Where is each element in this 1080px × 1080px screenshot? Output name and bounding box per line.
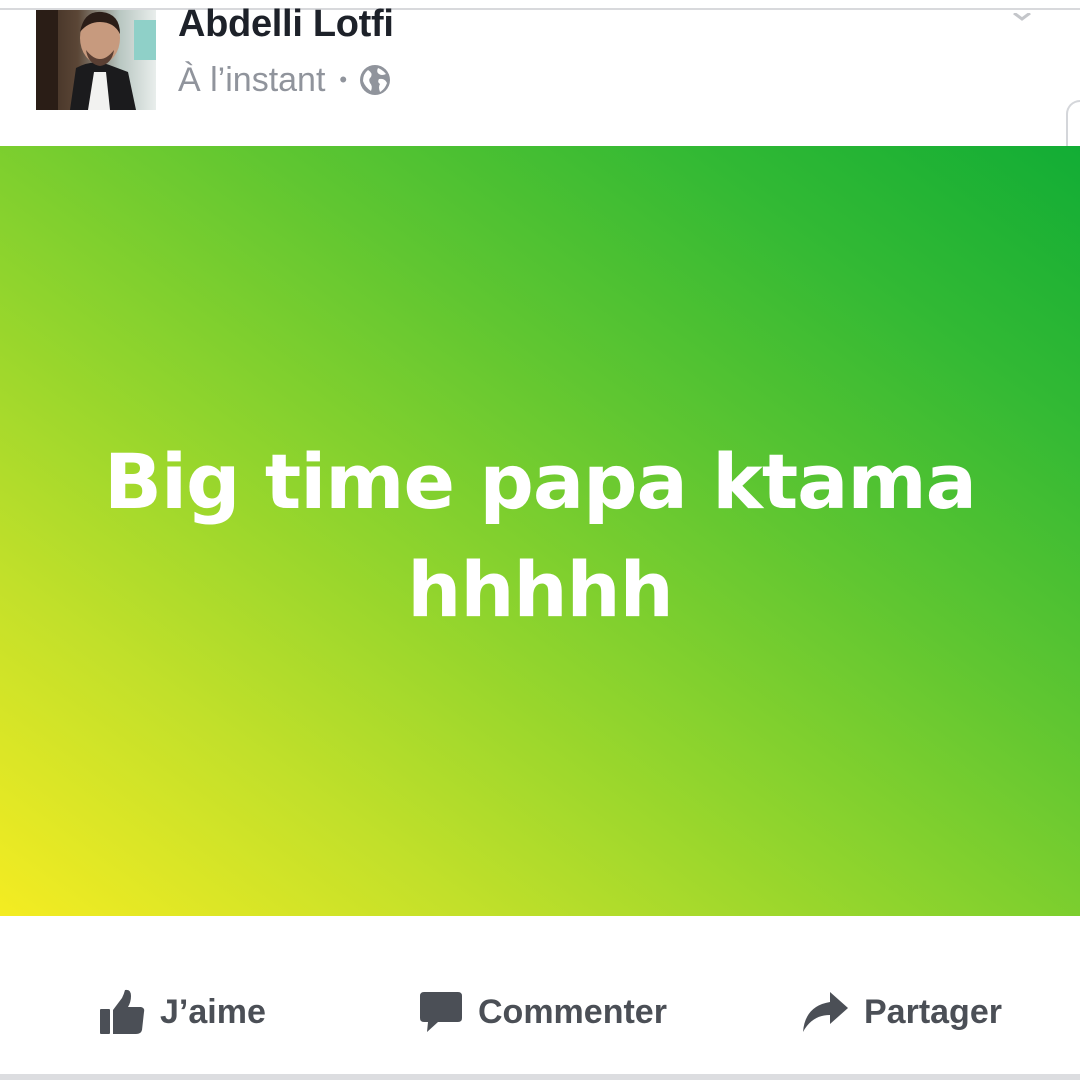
meta-separator: •: [339, 67, 348, 92]
facebook-post-screen: Abdelli Lotfi À l’instant • Big time pap…: [0, 0, 1080, 1080]
status-background-card: Big time papa ktama hhhhh: [0, 146, 1080, 916]
author-name[interactable]: Abdelli Lotfi: [178, 2, 394, 46]
post-options-chevron-icon[interactable]: [1012, 10, 1032, 21]
comment-label: Commenter: [478, 992, 667, 1031]
speech-bubble-icon: [420, 992, 462, 1032]
globe-icon: [359, 64, 391, 96]
thumbs-up-icon: [100, 989, 145, 1034]
post-timestamp[interactable]: À l’instant: [178, 61, 325, 100]
like-label: J’aime: [160, 992, 266, 1031]
comment-button[interactable]: Commenter: [418, 982, 667, 1042]
status-text: Big time papa ktama hhhhh: [104, 437, 977, 634]
bottom-divider: [0, 1074, 1080, 1080]
post-meta: À l’instant •: [178, 60, 391, 100]
share-button[interactable]: Partager: [800, 982, 1002, 1042]
like-button[interactable]: J’aime: [98, 982, 266, 1042]
share-arrow-icon: [803, 992, 848, 1032]
author-avatar[interactable]: [36, 10, 156, 110]
share-label: Partager: [864, 992, 1002, 1031]
post-action-bar: J’aime Commenter Partager: [0, 916, 1080, 1074]
post-header: Abdelli Lotfi À l’instant •: [0, 3, 1080, 146]
